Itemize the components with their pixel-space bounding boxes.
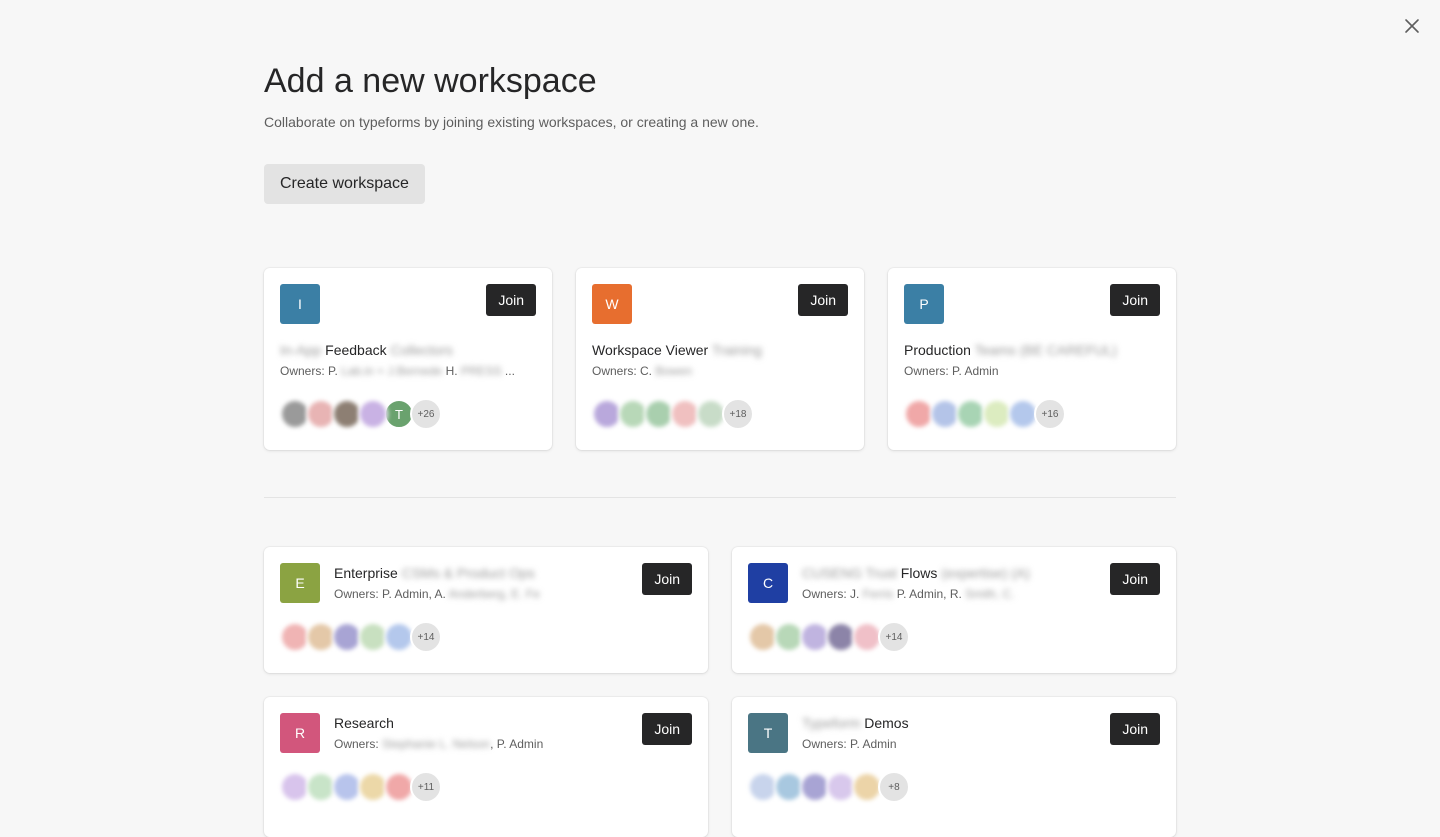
more-members-badge: +11 <box>410 771 442 803</box>
more-members-badge: +14 <box>410 621 442 653</box>
workspace-name-visible: Demos <box>864 715 909 731</box>
owners-tail: , P. Admin <box>490 737 544 751</box>
owners-hidden: Smith, C. <box>961 587 1015 601</box>
create-workspace-button[interactable]: Create workspace <box>264 164 425 204</box>
workspace-name: Typeform Demos <box>802 715 909 731</box>
owners-hidden: Anderberg, E. Fe <box>445 587 540 601</box>
close-icon <box>1405 19 1419 33</box>
member-avatars: +14 <box>280 621 442 653</box>
join-button[interactable]: Join <box>1110 563 1160 595</box>
workspace-name: Enterprise CSMs & Product Ops <box>334 565 535 581</box>
workspace-tile: E <box>280 563 320 603</box>
workspace-card: T Join Typeform Demos Owners: P. Admin +… <box>732 697 1176 837</box>
owners-end: ... <box>501 364 515 378</box>
join-button[interactable]: Join <box>798 284 848 316</box>
more-members-badge: +14 <box>878 621 910 653</box>
workspace-name-hidden: In-App <box>280 342 326 358</box>
workspace-name-hidden: Teams (BE CAREFUL) <box>970 342 1117 358</box>
member-avatars: +14 <box>748 621 910 653</box>
workspace-name-hidden: Training <box>708 342 762 358</box>
workspace-card: P Join Production Teams (BE CAREFUL) Own… <box>888 268 1176 450</box>
workspace-name: In-App Feedback Collectors <box>280 342 453 358</box>
workspace-tile: P <box>904 284 944 324</box>
join-button[interactable]: Join <box>642 713 692 745</box>
workspace-tile: T <box>748 713 788 753</box>
page-title: Add a new workspace <box>264 62 597 100</box>
avatar <box>358 399 388 429</box>
more-members-badge: +18 <box>722 398 754 430</box>
member-avatars: +8 <box>748 771 910 803</box>
workspace-owners: Owners: P. Lab.in + J.Bernede H. PRESS .… <box>280 364 515 378</box>
workspace-name-hidden: CUSENG Trust <box>802 565 901 581</box>
join-button[interactable]: Join <box>486 284 536 316</box>
workspace-owners: Owners: P. Admin <box>904 364 999 378</box>
owners-hidden: Bowen <box>652 364 693 378</box>
owners-label: Owners: P. Admin, A. <box>334 587 446 601</box>
workspace-name-visible: Enterprise <box>334 565 398 581</box>
owners-tail: P. Admin, R. <box>893 587 962 601</box>
owners-hidden: Stephanie L. Nelson <box>378 737 491 751</box>
owners-hidden: Lab.in + J.Bernede <box>337 364 443 378</box>
workspace-tile: R <box>280 713 320 753</box>
workspace-name-visible: Feedback <box>325 342 387 358</box>
workspace-card: I Join In-App Feedback Collectors Owners… <box>264 268 552 450</box>
workspace-owners: Owners: C. Bowen <box>592 364 692 378</box>
member-avatars: +16 <box>904 398 1066 430</box>
workspace-tile: C <box>748 563 788 603</box>
workspace-tile: W <box>592 284 632 324</box>
workspace-name-hidden: Typeform <box>802 715 865 731</box>
workspace-name-visible: Flows <box>900 565 938 581</box>
owners-tail: H. <box>442 364 458 378</box>
owners-hidden: Ferris <box>859 587 894 601</box>
workspace-name-hidden: Collectors <box>386 342 453 358</box>
section-divider <box>264 497 1176 498</box>
more-members-badge: +16 <box>1034 398 1066 430</box>
owners-hidden: PRESS <box>457 364 502 378</box>
workspace-name-hidden: CSMs & Product Ops <box>397 565 535 581</box>
workspace-owners: Owners: J. Ferris P. Admin, R. Smith, C. <box>802 587 1015 601</box>
workspace-owners: Owners: Stephanie L. Nelson, P. Admin <box>334 737 543 751</box>
close-button[interactable] <box>1400 14 1424 38</box>
workspace-name-visible: Production <box>904 342 971 358</box>
page-subtitle: Collaborate on typeforms by joining exis… <box>264 114 759 130</box>
workspace-name: Research <box>334 715 394 731</box>
workspace-owners: Owners: P. Admin, A. Anderberg, E. Fe <box>334 587 540 601</box>
workspace-name: Workspace Viewer Training <box>592 342 762 358</box>
workspace-name: Production Teams (BE CAREFUL) <box>904 342 1117 358</box>
owners-label: Owners: C. <box>592 364 653 378</box>
member-avatars: +11 <box>280 771 442 803</box>
workspace-name-visible: Workspace Viewer <box>592 342 709 358</box>
workspace-name-hidden: (expertise) (A) <box>937 565 1030 581</box>
workspace-card: W Join Workspace Viewer Training Owners:… <box>576 268 864 450</box>
workspace-owners: Owners: P. Admin <box>802 737 897 751</box>
workspace-name: CUSENG Trust Flows (expertise) (A) <box>802 565 1030 581</box>
owners-label: Owners: J. <box>802 587 860 601</box>
owners-label: Owners: <box>334 737 379 751</box>
workspace-card: E Join Enterprise CSMs & Product Ops Own… <box>264 547 708 673</box>
join-button[interactable]: Join <box>1110 713 1160 745</box>
join-button[interactable]: Join <box>1110 284 1160 316</box>
owners-label: Owners: P. <box>280 364 338 378</box>
more-members-badge: +8 <box>878 771 910 803</box>
workspace-card: R Join Research Owners: Stephanie L. Nel… <box>264 697 708 837</box>
member-avatars: +18 <box>592 398 754 430</box>
member-avatars: T +26 <box>280 398 442 430</box>
join-button[interactable]: Join <box>642 563 692 595</box>
workspace-tile: I <box>280 284 320 324</box>
workspace-card: C Join CUSENG Trust Flows (expertise) (A… <box>732 547 1176 673</box>
more-members-badge: +26 <box>410 398 442 430</box>
